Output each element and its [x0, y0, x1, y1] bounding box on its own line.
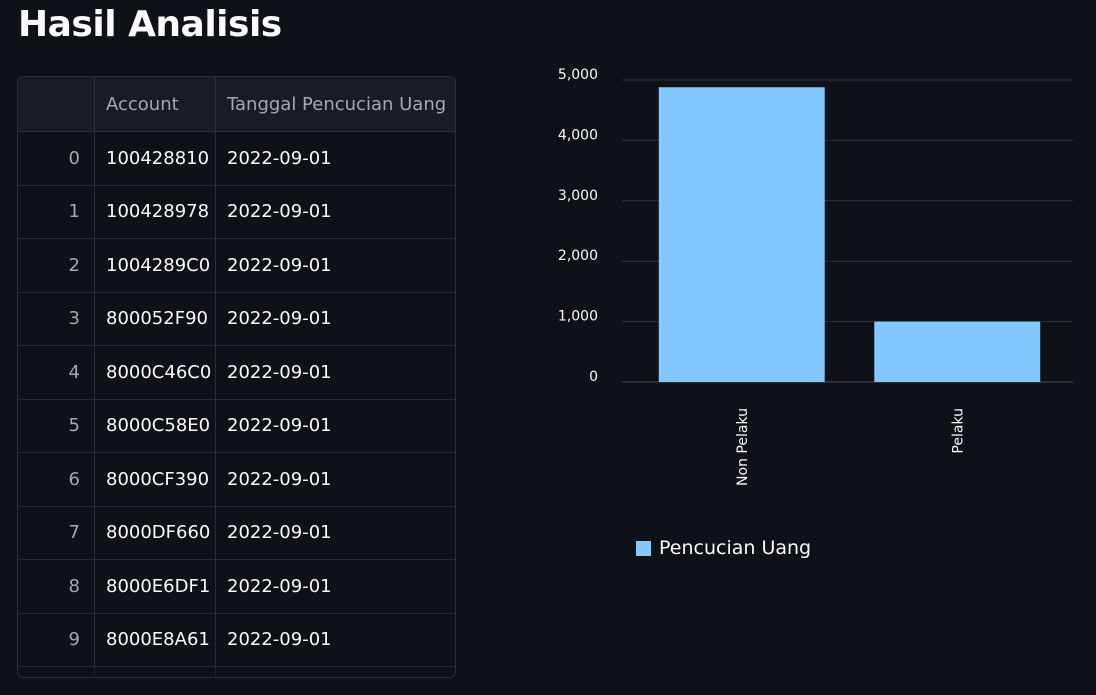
legend-label: Pencucian Uang	[659, 537, 812, 559]
table-row[interactable]: 5 8000C58E0 2022-09-01	[18, 399, 455, 453]
account-cell: 8000C46C0	[95, 346, 216, 399]
account-cell: 8000E8A61	[95, 613, 216, 666]
account-cell: 80011F070	[95, 667, 216, 677]
chart-svg: 0 1,000 2,000 3,000 4,000 5,000 Non Pelaku Pela…	[558, 67, 1073, 486]
date-cell: 2022-09-01	[227, 254, 332, 276]
y-tick-label: 4,000	[558, 127, 598, 143]
bar-non-pelaku[interactable]	[658, 87, 825, 383]
bar-chart: 0 1,000 2,000 3,000 4,000 5,000 Non Pelaku Pela…	[540, 60, 1096, 580]
y-tick-label: 5,000	[558, 67, 598, 83]
table-body: 0 100428810 2022-09-01 1 100428978 2022-09-01…	[18, 132, 455, 677]
table-row[interactable]: 1080011F0702022-09-01	[18, 667, 455, 677]
y-tick-label: 3,000	[558, 188, 598, 204]
account-cell: 8000C58E0	[95, 399, 216, 452]
x-tick-label: Pelaku	[950, 408, 966, 454]
results-table[interactable]: Account Tanggal Pencucian Uang 0 10042881…	[17, 76, 456, 678]
y-tick-label: 0	[589, 369, 598, 385]
header-index[interactable]	[18, 77, 95, 131]
bar-pelaku[interactable]	[874, 321, 1041, 382]
date-cell: 2022-09-01	[227, 468, 332, 490]
table-row[interactable]: 1 100428978 2022-09-01	[18, 185, 455, 239]
date-cell: 2022-09-01	[227, 361, 332, 383]
y-tick-label: 1,000	[558, 309, 598, 325]
table-row[interactable]: 0 100428810 2022-09-01	[18, 132, 455, 186]
row-index: 10	[18, 667, 95, 677]
account-cell: 800052F90	[95, 292, 216, 345]
date-cell: 2022-09-01	[227, 415, 332, 437]
account-cell: 8000E6DF1	[95, 560, 216, 613]
date-cell: 2022-09-01	[227, 629, 332, 651]
legend-swatch	[636, 540, 651, 556]
table-row[interactable]: 7 8000DF660 2022-09-01	[18, 506, 455, 560]
date-cell: 2022-09-01	[216, 667, 455, 677]
header-account[interactable]: Account	[95, 77, 216, 131]
account-cell: 100428978	[95, 185, 216, 238]
row-index: 0	[18, 132, 95, 185]
row-index: 6	[18, 453, 95, 506]
date-cell: 2022-09-01	[227, 522, 332, 544]
table-row[interactable]: 3 800052F90 2022-09-01	[18, 292, 455, 346]
page: Hasil Analisis Account Tanggal Pencucian…	[0, 0, 1096, 695]
row-index: 3	[18, 292, 95, 345]
table-header: Account Tanggal Pencucian Uang	[18, 77, 455, 132]
date-cell: 2022-09-01	[227, 147, 332, 169]
row-index: 1	[18, 185, 95, 238]
page-title: Hasil Analisis	[18, 4, 282, 45]
row-index: 7	[18, 506, 95, 559]
row-index: 4	[18, 346, 95, 399]
account-cell: 8000CF390	[95, 453, 216, 506]
table-row[interactable]: 8 8000E6DF1 2022-09-01	[18, 560, 455, 614]
table-row[interactable]: 9 8000E8A61 2022-09-01	[18, 613, 455, 667]
date-cell: 2022-09-01	[227, 308, 332, 330]
header-date[interactable]: Tanggal Pencucian Uang	[216, 77, 455, 131]
table-row[interactable]: 2 1004289C0 2022-09-01	[18, 239, 455, 293]
account-cell: 100428810	[95, 132, 216, 185]
row-index: 8	[18, 560, 95, 613]
account-cell: 8000DF660	[95, 506, 216, 559]
table-row[interactable]: 4 8000C46C0 2022-09-01	[18, 346, 455, 400]
x-tick-label: Non Pelaku	[735, 408, 751, 486]
date-cell: 2022-09-01	[227, 575, 332, 597]
chart-legend: Pencucian Uang	[636, 537, 811, 559]
account-cell: 1004289C0	[95, 239, 216, 292]
y-tick-label: 2,000	[558, 248, 598, 264]
row-index: 2	[18, 239, 95, 292]
date-cell: 2022-09-01	[227, 201, 332, 223]
row-index: 9	[18, 613, 95, 666]
row-index: 5	[18, 399, 95, 452]
table-row[interactable]: 6 8000CF390 2022-09-01	[18, 453, 455, 507]
